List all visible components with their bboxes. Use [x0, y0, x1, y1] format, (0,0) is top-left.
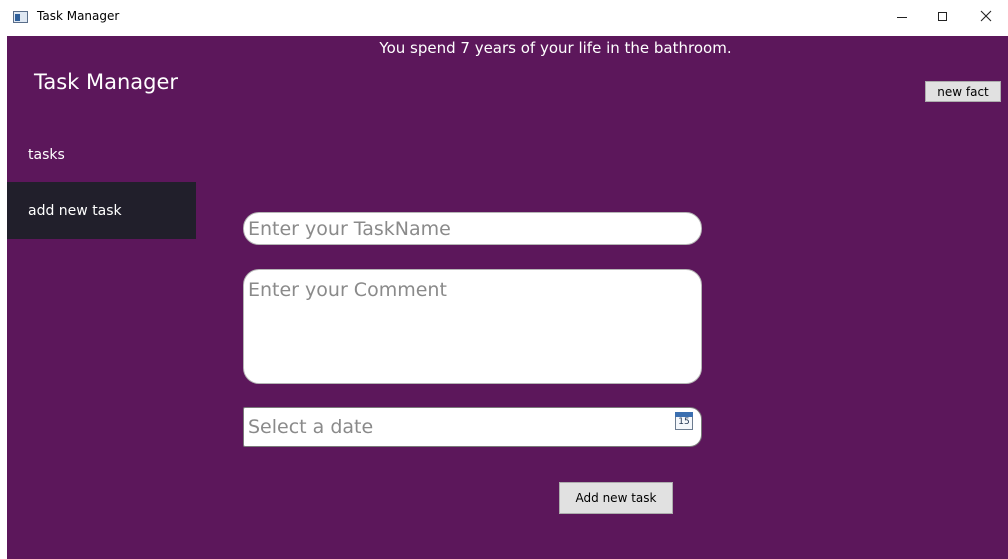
new-fact-button[interactable]: new fact [925, 81, 1001, 102]
fact-text: You spend 7 years of your life in the ba… [379, 39, 732, 57]
maximize-icon [937, 11, 947, 21]
title-bar: Task Manager [0, 0, 1008, 36]
main-content: You spend 7 years of your life in the ba… [7, 36, 1008, 559]
task-name-placeholder: Enter your TaskName [248, 217, 451, 240]
close-button[interactable] [966, 0, 1006, 32]
sidebar-item-label: add new task [28, 202, 122, 219]
app-window-icon [13, 11, 28, 23]
app-brand-title: Task Manager [34, 70, 179, 94]
app-window: Task Manager You spend 7 years of your l… [0, 0, 1008, 559]
close-icon [980, 10, 992, 22]
date-placeholder: Select a date [248, 416, 374, 438]
window-title: Task Manager [37, 9, 120, 23]
sidebar-item-add-new-task[interactable]: add new task [7, 182, 196, 239]
sidebar-item-label: tasks [28, 146, 65, 163]
date-picker[interactable]: Select a date 15 [243, 407, 702, 447]
sidebar-item-tasks[interactable]: tasks [7, 126, 196, 183]
minimize-button[interactable] [882, 0, 922, 32]
maximize-button[interactable] [922, 0, 962, 32]
add-new-task-button[interactable]: Add new task [559, 482, 673, 514]
comment-input[interactable]: Enter your Comment [243, 269, 702, 384]
minimize-icon [897, 16, 907, 18]
comment-placeholder: Enter your Comment [248, 279, 447, 301]
calendar-icon[interactable]: 15 [675, 412, 693, 430]
task-name-input[interactable]: Enter your TaskName [243, 212, 702, 245]
